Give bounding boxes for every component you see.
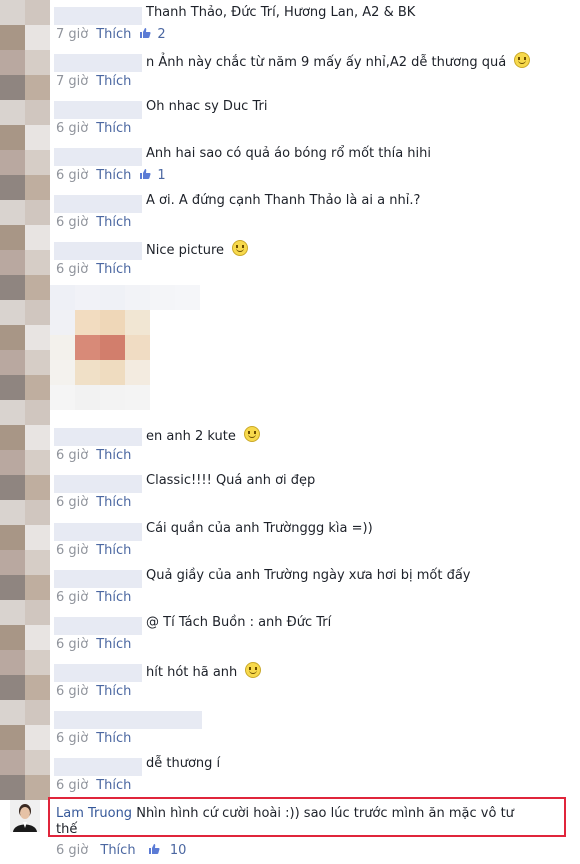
like-link[interactable]: Thích — [96, 74, 131, 89]
comment-author-blurred[interactable] — [54, 195, 142, 213]
comment-body: Quả giầy của anh Trường ngày xưa hơi bị … — [146, 568, 471, 583]
comment-meta: 6 giờ Thích — [56, 778, 131, 793]
comment-body: Oh nhac sy Duc Tri — [146, 99, 268, 114]
comment-author-blurred[interactable] — [54, 523, 142, 541]
comment-meta: 6 giờ Thích — [56, 637, 131, 652]
comment-time[interactable]: 6 giờ — [56, 637, 88, 652]
comment-body: Nhìn hình cứ cười hoài :)) sao lúc trước… — [136, 806, 514, 821]
comment-body: Thanh Thảo, Đức Trí, Hương Lan, A2 & BK — [146, 5, 416, 20]
like-link[interactable]: Thích — [96, 637, 131, 652]
comment-time[interactable]: 7 giờ — [56, 27, 88, 42]
comment-author-blurred[interactable] — [54, 617, 142, 635]
like-link[interactable]: Thích — [96, 215, 131, 230]
like-link[interactable]: Thích — [96, 590, 131, 605]
comment-time[interactable]: 6 giờ — [56, 543, 88, 558]
comment-meta: 6 giờ Thích — [56, 215, 131, 230]
smile-icon — [232, 240, 249, 256]
smile-icon — [514, 52, 531, 68]
comment-author-blurred[interactable] — [54, 101, 142, 119]
comment-time[interactable]: 6 giờ — [56, 731, 88, 746]
comment-author-blurred[interactable] — [54, 242, 142, 260]
comment-author-blurred[interactable] — [54, 148, 142, 166]
comment-body: Classic!!!! Quá anh ơi đẹp — [146, 473, 316, 488]
like-link[interactable]: Thích — [96, 684, 131, 699]
thumbs-up-icon[interactable] — [148, 843, 160, 855]
comment-author-blurred[interactable] — [54, 475, 142, 493]
comment-author-blurred[interactable] — [54, 54, 142, 72]
like-count[interactable]: 10 — [170, 843, 187, 858]
comment-meta: 6 giờ Thích 10 — [56, 843, 186, 858]
like-link[interactable]: Thích — [96, 27, 131, 42]
like-link[interactable]: Thích — [96, 731, 131, 746]
comment-author-blurred[interactable] — [54, 428, 142, 446]
comment-body: @ Tí Tách Buồn : anh Đức Trí — [146, 615, 332, 630]
avatar-column — [0, 0, 50, 864]
like-link[interactable]: Thích — [96, 543, 131, 558]
thumbs-up-icon[interactable] — [139, 168, 151, 180]
comment-body: dễ thương í — [146, 756, 221, 771]
comment-author-blurred[interactable] — [54, 7, 142, 25]
like-link[interactable]: Thích — [100, 843, 135, 858]
like-link[interactable]: Thích — [96, 448, 131, 463]
avatar[interactable] — [10, 800, 40, 832]
comment-body: en anh 2 kute — [146, 426, 260, 444]
comment-meta: 6 giờ Thích — [56, 684, 131, 699]
comment-meta: 6 giờ Thích — [56, 262, 131, 277]
like-link[interactable]: Thích — [96, 778, 131, 793]
thumbs-up-icon[interactable] — [139, 27, 151, 39]
comment-time[interactable]: 7 giờ — [56, 74, 88, 89]
comment-meta: 6 giờ Thích 1 — [56, 168, 166, 183]
comment-time[interactable]: 6 giờ — [56, 684, 88, 699]
comment-meta: 6 giờ Thích — [56, 543, 131, 558]
comment-meta: 6 giờ Thích — [56, 495, 131, 510]
comment-time[interactable]: 6 giờ — [56, 168, 88, 183]
like-link[interactable]: Thích — [96, 121, 131, 136]
smile-icon — [245, 662, 262, 678]
comment-body: Anh hai sao có quả áo bóng rổ mốt thía h… — [146, 146, 432, 161]
comment-time[interactable]: 6 giờ — [56, 215, 88, 230]
smile-icon — [243, 426, 260, 442]
comment-time[interactable]: 6 giờ — [56, 843, 88, 858]
comment-meta: 6 giờ Thích — [56, 121, 131, 136]
highlighted-comment-text: Lam Truong Nhìn hình cứ cười hoài :)) sa… — [56, 806, 514, 821]
like-count[interactable]: 2 — [157, 27, 165, 42]
comment-time[interactable]: 6 giờ — [56, 590, 88, 605]
comment-author-blurred[interactable] — [54, 711, 202, 729]
comment-meta: 6 giờ Thích — [56, 448, 131, 463]
comment-body: Nice picture — [146, 240, 249, 258]
comment-meta: 6 giờ Thích — [56, 590, 131, 605]
comment-meta: 6 giờ Thích — [56, 731, 131, 746]
comment-time[interactable]: 6 giờ — [56, 448, 88, 463]
comment-meta: 7 giờ Thích — [56, 74, 131, 89]
comment-author-link[interactable]: Lam Truong — [56, 806, 132, 821]
comment-author-blurred[interactable] — [54, 570, 142, 588]
comment-body: hít hót hã anh — [146, 662, 262, 680]
like-link[interactable]: Thích — [96, 262, 131, 277]
comment-time[interactable]: 6 giờ — [56, 121, 88, 136]
comment-body: Cái quần của anh Trườnggg kìa =)) — [146, 521, 373, 536]
comment-time[interactable]: 6 giờ — [56, 495, 88, 510]
comment-body: n Ảnh này chắc từ năm 9 mấy ấy nhỉ,A2 dễ… — [146, 52, 531, 70]
comment-time[interactable]: 6 giờ — [56, 262, 88, 277]
comment-meta: 7 giờ Thích 2 — [56, 27, 166, 42]
comment-author-blurred[interactable] — [54, 758, 142, 776]
like-count[interactable]: 1 — [157, 168, 165, 183]
comment-author-blurred[interactable] — [54, 664, 142, 682]
comment-time[interactable]: 6 giờ — [56, 778, 88, 793]
like-link[interactable]: Thích — [96, 168, 131, 183]
comment-body: A ơi. A đứng cạnh Thanh Thảo là ai a nhỉ… — [146, 193, 421, 208]
like-link[interactable]: Thích — [96, 495, 131, 510]
comment-body-continued: thế — [56, 822, 78, 837]
